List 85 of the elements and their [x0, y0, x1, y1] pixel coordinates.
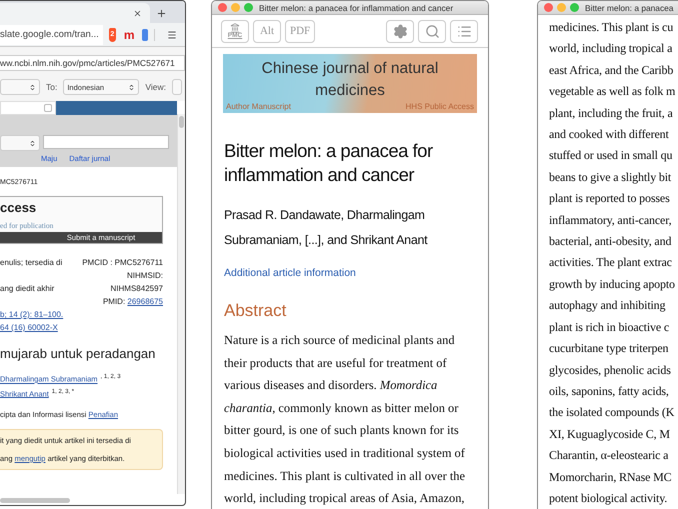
meta-text: enulis; tersedia di	[0, 257, 62, 269]
abstract-heading: Abstract	[224, 301, 288, 321]
article-title: Bitter melon: a panacea for inflammation and cancer	[224, 139, 434, 187]
close-icon[interactable]	[133, 8, 142, 18]
search-icon	[424, 24, 440, 39]
abstract-line: their products that are useful for treatment of	[224, 354, 448, 372]
close-button[interactable]	[218, 3, 227, 12]
text-line: bacterial, anti-obesity, and	[549, 233, 672, 250]
minimize-button[interactable]	[231, 3, 240, 12]
pmid-label: PMID:	[102, 297, 126, 306]
window-title: Bitter melon: a panacea for inflammation and cancer	[259, 2, 454, 12]
pmid-link[interactable]: 26968675	[127, 297, 163, 306]
abstract-line: bitter gourd, is one of such plants known for its	[224, 422, 460, 440]
to-label: To:	[46, 82, 58, 92]
article-title: mujarab untuk peradangan	[0, 346, 156, 361]
minimize-button[interactable]	[557, 3, 566, 12]
text-line: and cooked with different	[549, 126, 670, 144]
zoom-button[interactable]	[570, 3, 579, 12]
meta-id: NIHMSID:	[127, 270, 163, 282]
search-button[interactable]	[418, 20, 446, 43]
text-line: vegetable as well as folk m	[549, 83, 676, 100]
abstract-line: various diseases and disorders. Momordica	[224, 377, 438, 394]
text-line: glycosides, phenolic acids	[549, 362, 672, 379]
text-line: oils, saponins, fatty acids,	[549, 382, 670, 400]
settings-icon	[392, 24, 408, 39]
access-heading: ccess	[0, 199, 38, 215]
text-line: stuffed or used in small qu	[549, 147, 674, 164]
text-line: the isolated compounds (K	[549, 404, 676, 422]
meta-text: ang diedit akhir	[0, 283, 54, 295]
citation-link[interactable]: b; 14 (2): 81–100.	[0, 310, 64, 319]
search-field[interactable]	[43, 135, 169, 149]
meta-id: NIHMS842597	[110, 283, 163, 295]
affiliation-marks: 1, 2, 3, *	[52, 388, 74, 394]
affiliation-marks: , 1, 2, 3	[100, 374, 121, 380]
text-line: medicines. This plant is cu	[549, 19, 674, 36]
text-line: activities. The plant extrac	[549, 254, 673, 272]
abstract-line: biological activities used in traditional system of	[224, 444, 466, 462]
text-line: plant, including the fruit, a	[549, 104, 674, 122]
menu-icon[interactable]	[167, 30, 177, 40]
banner-label: HHS Public Access	[406, 102, 474, 111]
banner-label: Author Manuscript	[226, 102, 291, 111]
view-label: View:	[145, 82, 166, 92]
text-line: inflammatory, anti-cancer,	[549, 212, 672, 229]
zoom-button[interactable]	[244, 3, 253, 12]
citation-link[interactable]: 64 (16) 60002-X	[0, 323, 58, 332]
extension-icon[interactable]: m	[124, 28, 134, 42]
checkbox[interactable]	[44, 104, 52, 112]
view-select[interactable]	[172, 79, 182, 95]
text-line: autophagy and inhibiting	[549, 297, 666, 314]
language-select[interactable]	[0, 79, 40, 95]
info-link[interactable]: Additional article information	[224, 267, 356, 279]
dropdown-arrow-icon	[29, 140, 36, 146]
text-line: Momorcharin, RNase MC	[549, 468, 672, 486]
text-line: plant is rich in bioactive c	[549, 318, 670, 336]
author-list: Prasad R. Dandawate, Dharmalingam Subramaniam, [...], and Shrikant Anant	[224, 203, 476, 253]
text-line: plant is reported to posses	[549, 190, 671, 208]
journal-name: Chinese journal of natural medicines	[260, 59, 440, 101]
abstract-line: charantia, commonly known as bitter melon or	[224, 400, 460, 417]
database-select[interactable]	[0, 135, 40, 151]
abstract-line: Nature is a rich source of medicinal plants and	[224, 332, 456, 349]
text-line: growth by inducing apopto	[549, 276, 676, 293]
address-bar[interactable]: slate.google.com/tran...	[0, 24, 103, 44]
settings-button[interactable]	[386, 20, 414, 43]
abstract-line: world, including tropical areas of Asia, Amazon,	[224, 490, 466, 508]
dropdown-arrow-icon	[128, 84, 136, 90]
text-line: cucurbitane type triterpen	[549, 340, 670, 358]
text-line: Charantin, α-eleostearic a	[549, 447, 670, 464]
text-line: XI, Kuguaglycoside C, M	[549, 426, 671, 443]
close-button[interactable]	[544, 3, 553, 12]
text-line: beans to give a slightly bit	[549, 168, 672, 186]
dropdown-arrow-icon	[29, 84, 36, 90]
list-button[interactable]	[450, 20, 478, 43]
list-icon	[456, 24, 472, 39]
window-title: Bitter melon: a panacea	[585, 2, 674, 12]
scrollbar[interactable]	[177, 114, 185, 494]
search-field[interactable]	[0, 101, 56, 115]
text-line: east Africa, and the Caribb	[549, 62, 674, 79]
url-field[interactable]: ww.ncbi.nlm.nih.gov/pmc/articles/PMC527671	[0, 55, 185, 71]
new-tab-icon[interactable]	[156, 8, 167, 19]
text-line: potent biological activity.	[549, 490, 668, 507]
text-line: world, including tropical a	[549, 40, 674, 58]
scrollbar[interactable]	[0, 498, 70, 503]
meta-id: PMCID : PMC5276711	[82, 257, 163, 269]
building-icon	[230, 23, 240, 34]
abstract-line: medicines. This plant is cultivated in all over the	[224, 468, 466, 485]
